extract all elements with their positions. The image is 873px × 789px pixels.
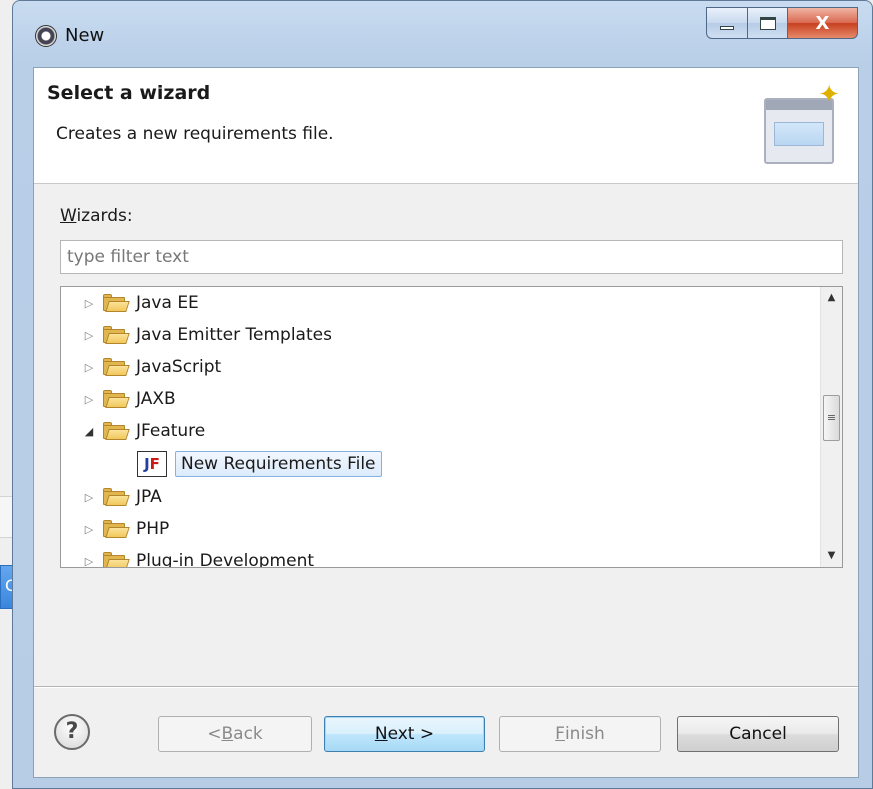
expand-arrow-icon[interactable]: ▷: [81, 523, 97, 536]
next-button[interactable]: Next >: [324, 716, 485, 752]
folder-icon: [103, 358, 130, 376]
expand-arrow-icon[interactable]: ▷: [81, 491, 97, 504]
minimize-button[interactable]: [706, 7, 748, 39]
cancel-button[interactable]: Cancel: [677, 716, 839, 752]
new-wizard-banner-icon: ✦: [758, 82, 842, 172]
folder-icon: [103, 552, 130, 567]
wizard-title: Select a wizard: [47, 82, 211, 104]
collapse-arrow-icon[interactable]: ◢: [81, 425, 97, 438]
expand-arrow-icon[interactable]: ▷: [81, 555, 97, 568]
expand-arrow-icon[interactable]: ▷: [81, 297, 97, 310]
dialog-client-area: Select a wizard Creates a new requiremen…: [33, 67, 859, 778]
back-button[interactable]: < Back: [158, 716, 312, 752]
scroll-down-arrow-icon[interactable]: ▼: [821, 545, 842, 567]
folder-icon: [103, 520, 130, 538]
selected-item-label: New Requirements File: [175, 451, 382, 477]
window-controls: X: [706, 7, 858, 39]
sparkle-icon: ✦: [818, 80, 840, 110]
tree-item-php[interactable]: ▷ PHP: [81, 513, 170, 545]
scrollbar-thumb[interactable]: ≡: [823, 395, 840, 441]
folder-icon: [103, 488, 130, 506]
maximize-button[interactable]: [748, 7, 788, 39]
jfeature-file-icon: JF: [137, 451, 167, 477]
filter-input[interactable]: [60, 240, 843, 274]
tree-item-jaxb[interactable]: ▷ JAXB: [81, 383, 176, 415]
expand-arrow-icon[interactable]: ▷: [81, 361, 97, 374]
tree-item-javascript[interactable]: ▷ JavaScript: [81, 351, 221, 383]
tree-item-new-requirements-file[interactable]: JF New Requirements File: [137, 448, 382, 480]
close-button[interactable]: X: [788, 7, 858, 39]
tree-item-plug-in-development[interactable]: ▷ Plug-in Development: [81, 545, 314, 567]
folder-open-icon: [103, 422, 130, 440]
folder-icon: [103, 294, 130, 312]
minimize-icon: [720, 26, 734, 30]
maximize-icon: [759, 16, 776, 30]
tree-item-jpa[interactable]: ▷ JPA: [81, 481, 162, 513]
wizard-header: Select a wizard Creates a new requiremen…: [34, 68, 858, 184]
eclipse-gear-icon: [35, 25, 57, 47]
finish-button[interactable]: Finish: [499, 716, 661, 752]
expand-arrow-icon[interactable]: ▷: [81, 393, 97, 406]
background-app-edge: [0, 0, 12, 789]
new-wizard-dialog: New X Select a wizard Creates a new requ…: [12, 0, 873, 789]
wizard-tree-viewport: ▷ Java EE ▷ Java Emitter Templates ▷ Jav…: [61, 287, 820, 567]
button-bar-separator: [34, 686, 858, 688]
title-bar[interactable]: New X: [13, 1, 872, 67]
tree-item-java-emitter-templates[interactable]: ▷ Java Emitter Templates: [81, 319, 332, 351]
expand-arrow-icon[interactable]: ▷: [81, 329, 97, 342]
tree-item-java-ee[interactable]: ▷ Java EE: [81, 287, 199, 319]
folder-icon: [103, 326, 130, 344]
folder-icon: [103, 390, 130, 408]
close-icon: X: [815, 12, 830, 34]
tree-item-jfeature[interactable]: ◢ JFeature: [81, 415, 206, 447]
tree-vertical-scrollbar[interactable]: ▲ ≡ ▼: [820, 287, 842, 567]
wizards-label: Wizards:: [60, 206, 133, 226]
help-icon[interactable]: ?: [54, 714, 90, 750]
wizard-tree[interactable]: ▷ Java EE ▷ Java Emitter Templates ▷ Jav…: [60, 286, 843, 568]
window-title: New: [65, 25, 105, 46]
wizard-description: Creates a new requirements file.: [56, 124, 334, 144]
scroll-up-arrow-icon[interactable]: ▲: [821, 287, 842, 309]
